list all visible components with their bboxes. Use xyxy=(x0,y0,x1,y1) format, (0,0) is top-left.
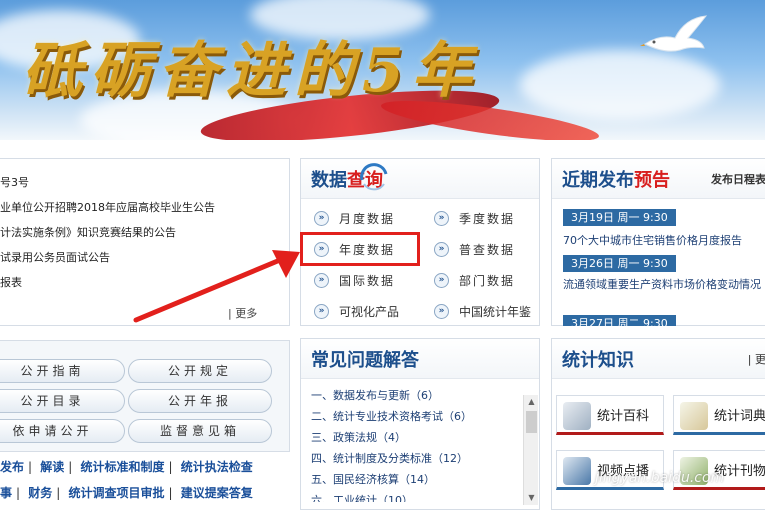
gov-btn-catalog[interactable]: 公开目录 xyxy=(0,389,125,413)
faq-item[interactable]: 五、国民经济核算（14） xyxy=(311,469,539,490)
encyclopedia-icon xyxy=(563,402,591,430)
watermark: jingyan.baidu.com xyxy=(595,470,725,486)
link-personnel[interactable]: 事 xyxy=(0,486,12,500)
link-release[interactable]: 发布 xyxy=(0,460,24,474)
link-survey-approval[interactable]: 统计调查项目审批 xyxy=(69,486,165,500)
knowledge-title: 统计知识 xyxy=(562,349,634,371)
release-title: 近期发布预告 xyxy=(562,169,670,191)
dictionary-icon xyxy=(680,402,708,430)
separator: | xyxy=(56,486,61,500)
faq-scrollbar[interactable]: ▲ ▼ xyxy=(523,395,538,505)
link-interpretation[interactable]: 解读 xyxy=(40,460,64,474)
link-row-1: 发布 | 解读 | 统计标准和制度 | 统计执法检查 xyxy=(0,458,253,475)
faq-header: 常见问题解答 xyxy=(301,339,539,379)
scroll-down-icon[interactable]: ▼ xyxy=(524,491,539,505)
separator: | xyxy=(68,460,73,474)
knowledge-more-link[interactable]: | 更 xyxy=(748,351,765,367)
knowledge-header: 统计知识 | 更 xyxy=(552,339,765,379)
banner: 砥砺奋进的5年 xyxy=(0,0,765,140)
schedule-link[interactable]: 发布日程表 xyxy=(711,171,765,187)
double-chevron-icon: » xyxy=(434,210,449,226)
dq-census[interactable]: » 普查数据 xyxy=(434,236,515,262)
double-chevron-icon: » xyxy=(434,272,449,288)
notice-item[interactable]: 计法实施条例》知识竞赛结果的公告 xyxy=(0,220,290,245)
double-chevron-icon: » xyxy=(314,210,329,226)
gov-btn-rules[interactable]: 公开规定 xyxy=(128,359,272,383)
dq-yearbook[interactable]: » 中国统计年鉴 xyxy=(434,298,531,324)
faq-item[interactable]: 三、政策法规（4） xyxy=(311,427,539,448)
release-header: 近期发布预告 发布日程表 xyxy=(552,159,765,199)
red-arrow-annotation xyxy=(133,250,300,323)
faq-item[interactable]: 一、数据发布与更新（6） xyxy=(311,385,539,406)
dq-visualization[interactable]: » 可视化产品 xyxy=(314,298,399,324)
faq-item[interactable]: 四、统计制度及分类标准（12） xyxy=(311,448,539,469)
faq-item[interactable]: 二、统计专业技术资格考试（6） xyxy=(311,406,539,427)
gov-btn-guide[interactable]: 公开指南 xyxy=(0,359,125,383)
release-date: 3月27日 周二 9:30 xyxy=(563,315,676,326)
dq-monthly[interactable]: » 月度数据 xyxy=(314,205,395,231)
notice-item[interactable]: 号3号 xyxy=(0,170,290,195)
separator: | xyxy=(28,460,33,474)
release-date: 3月19日 周一 9:30 xyxy=(563,209,676,226)
release-item[interactable]: 流通领域重要生产资料市场价格变动情况 xyxy=(563,277,763,292)
video-icon xyxy=(563,457,591,485)
faq-item[interactable]: 六、工业统计（10） xyxy=(311,490,539,502)
separator: | xyxy=(168,486,173,500)
link-inspection[interactable]: 统计执法检查 xyxy=(181,460,253,474)
gov-btn-annual-report[interactable]: 公开年报 xyxy=(128,389,272,413)
faq-title: 常见问题解答 xyxy=(311,349,419,371)
gov-btn-apply[interactable]: 依申请公开 xyxy=(0,419,125,443)
release-date: 3月26日 周一 9:30 xyxy=(563,255,676,272)
kn-dictionary[interactable]: 统计词典 xyxy=(673,395,765,435)
scroll-thumb[interactable] xyxy=(526,411,537,433)
kn-encyclopedia[interactable]: 统计百科 xyxy=(556,395,664,435)
data-query-header: 数据查询 xyxy=(301,159,539,199)
double-chevron-icon: » xyxy=(434,303,449,319)
annual-data-highlight xyxy=(300,232,420,266)
separator: | xyxy=(16,486,21,500)
dq-department[interactable]: » 部门数据 xyxy=(434,267,515,293)
link-standards[interactable]: 统计标准和制度 xyxy=(81,460,165,474)
dove-icon xyxy=(640,15,708,52)
double-chevron-icon: » xyxy=(434,241,449,257)
release-item[interactable]: 70个大中城市住宅销售价格月度报告 xyxy=(563,233,763,248)
separator: | xyxy=(168,460,173,474)
link-proposal-reply[interactable]: 建议提案答复 xyxy=(181,486,253,500)
query-swirl-icon xyxy=(360,163,388,191)
link-row-2: 事 | 财务 | 统计调查项目审批 | 建议提案答复 xyxy=(0,484,253,501)
faq-panel: 常见问题解答 一、数据发布与更新（6） 二、统计专业技术资格考试（6） 三、政策… xyxy=(300,338,540,510)
notice-item[interactable]: 业单位公开招聘2018年应届高校毕业生公告 xyxy=(0,195,290,220)
double-chevron-icon: » xyxy=(314,303,329,319)
scroll-up-icon[interactable]: ▲ xyxy=(524,395,539,409)
faq-list: 一、数据发布与更新（6） 二、统计专业技术资格考试（6） 三、政策法规（4） 四… xyxy=(301,379,539,502)
double-chevron-icon: » xyxy=(314,272,329,288)
link-finance[interactable]: 财务 xyxy=(28,486,52,500)
gov-btn-feedback[interactable]: 监督意见箱 xyxy=(128,419,272,443)
dq-international[interactable]: » 国际数据 xyxy=(314,267,395,293)
banner-title: 砥砺奋进的5年 xyxy=(22,36,480,106)
dq-quarterly[interactable]: » 季度数据 xyxy=(434,205,515,231)
